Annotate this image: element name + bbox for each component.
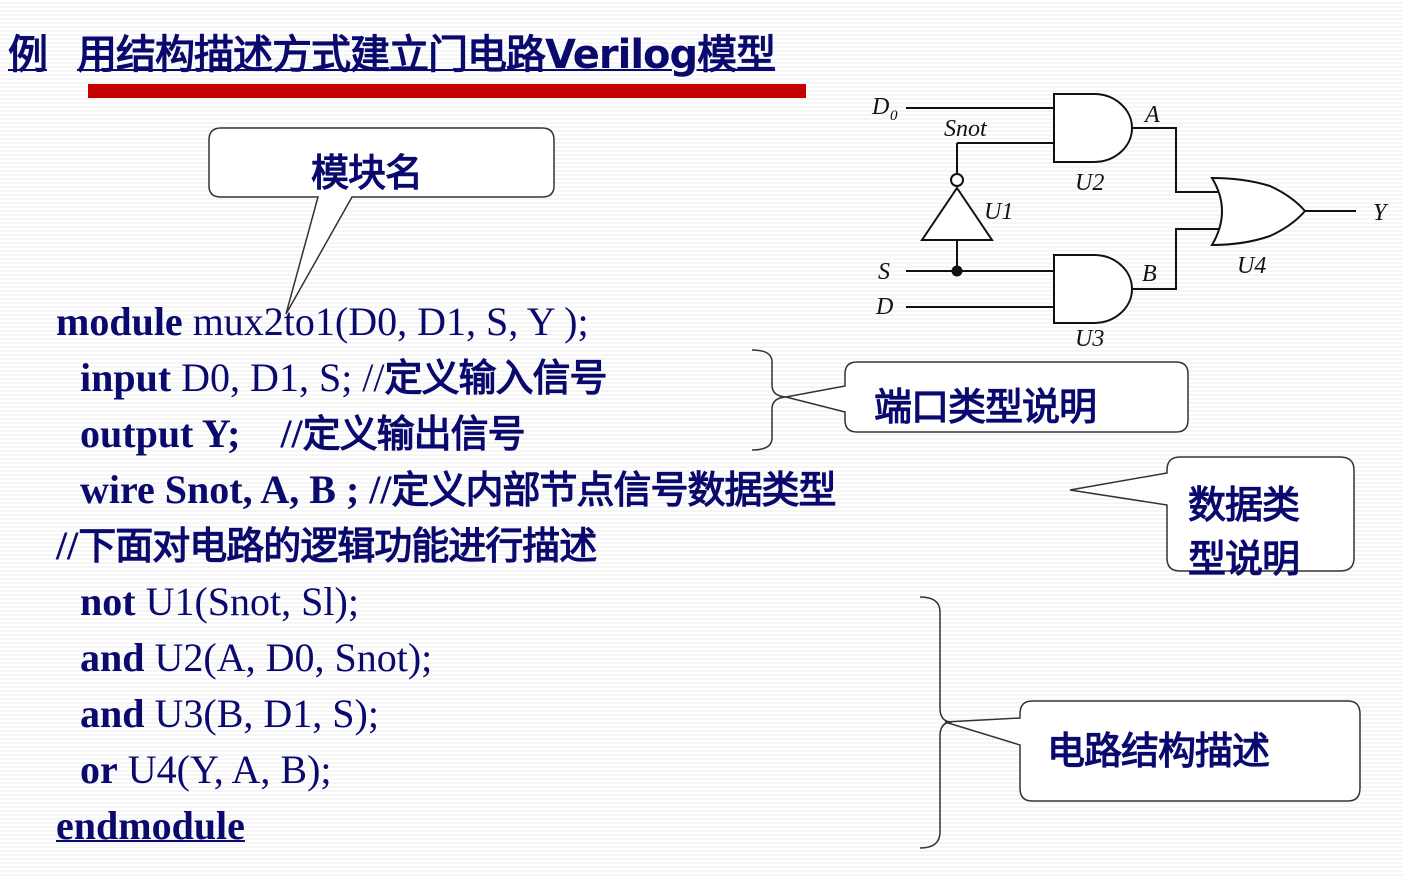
comment-slashes: //: [56, 523, 79, 568]
brace-structure: [919, 596, 953, 849]
code-line-wire: wire Snot, A, B ; //定义内部节点信号数据类型: [80, 467, 837, 512]
code-line-input: input D0, D1, S; //定义输入信号: [80, 355, 608, 400]
wire-comment: 定义内部节点信号数据类型: [391, 468, 837, 512]
or-u4-instance: U4(Y, A, B);: [117, 747, 332, 792]
keyword-and: and: [80, 691, 145, 736]
output-comment-prefix: //: [240, 411, 303, 456]
code-line-and-u2: and U2(A, D0, Snot);: [80, 638, 432, 678]
input-comment: 定义输入信号: [384, 356, 608, 400]
label-s: S: [878, 259, 890, 285]
code-line-and-u3: and U3(B, D1, S);: [80, 694, 379, 734]
keyword-input: input: [80, 355, 172, 400]
code-line-module: module mux2to1(D0, D1, S, Y );: [56, 302, 589, 342]
keyword-not: not: [80, 579, 136, 624]
input-ports: D0, D1, S; //: [171, 355, 385, 400]
keyword-wire: wire Snot, A, B ; //: [80, 467, 392, 512]
code-line-not: not U1(Snot, Sl);: [80, 582, 359, 622]
gate-u1-not: [920, 186, 994, 241]
gate-u3-and: [1053, 254, 1133, 324]
callout-data-type-line1: 数据类: [1188, 483, 1300, 527]
code-line-comment: //下面对电路的逻辑功能进行描述: [56, 523, 597, 568]
label-y: Y: [1373, 200, 1389, 226]
label-u1: U1: [984, 199, 1013, 225]
callout-port-type: 端口类型说明: [874, 385, 1097, 429]
module-signature: mux2to1(D0, D1, S, Y );: [182, 299, 589, 344]
logic-comment: 下面对电路的逻辑功能进行描述: [78, 524, 597, 568]
code-line-endmodule: endmodule: [56, 806, 245, 846]
code-line-output: output Y; //定义输出信号: [80, 411, 526, 456]
callout-data-type-line2: 型说明: [1188, 537, 1300, 581]
keyword-and: and: [80, 635, 145, 680]
label-snot: Snot: [944, 116, 988, 142]
callout-module-name: 模块名: [311, 151, 423, 195]
label-d0-sub: 0: [890, 108, 898, 124]
label-d: D: [875, 294, 893, 320]
code-line-or-u4: or U4(Y, A, B);: [80, 750, 332, 790]
and-u3-instance: U3(B, D1, S);: [144, 691, 379, 736]
label-u3: U3: [1075, 326, 1104, 352]
callout-structure: 电路结构描述: [1047, 729, 1270, 773]
gate-u1-bubble: [950, 173, 964, 187]
and-u2-instance: U2(A, D0, Snot);: [144, 635, 433, 680]
label-u4: U4: [1237, 253, 1266, 279]
keyword-module: module: [56, 299, 183, 344]
label-u2: U2: [1075, 170, 1104, 196]
keyword-or: or: [80, 747, 118, 792]
output-comment: 定义输出信号: [302, 412, 526, 456]
keyword-endmodule: endmodule: [56, 803, 245, 848]
label-a: A: [1143, 102, 1160, 128]
brace-ports: [751, 349, 789, 451]
gate-u4-or: [1210, 176, 1307, 247]
not-instance: U1(Snot, Sl);: [135, 579, 359, 624]
label-d0: D: [871, 94, 889, 120]
gate-u2-and: [1053, 93, 1133, 163]
keyword-output: output Y;: [80, 411, 241, 456]
label-b: B: [1142, 261, 1157, 287]
